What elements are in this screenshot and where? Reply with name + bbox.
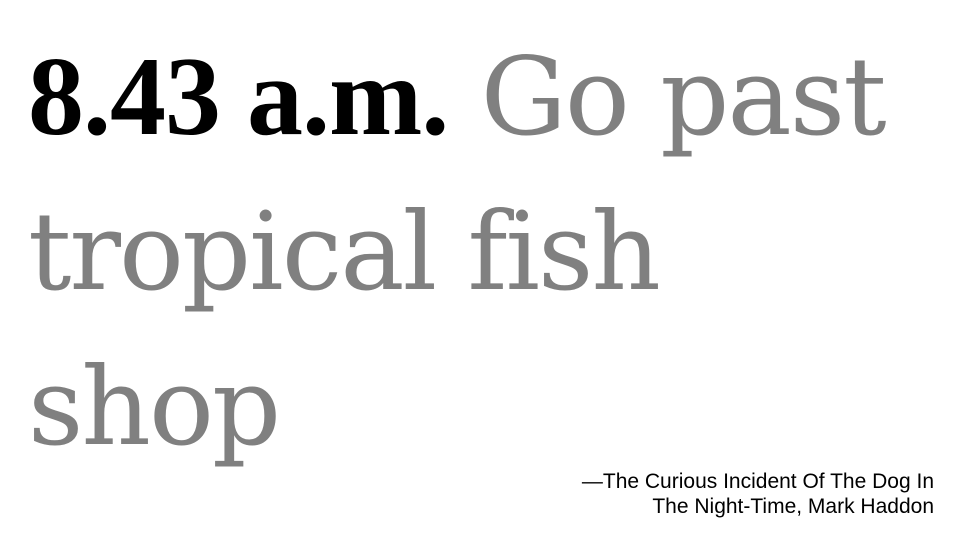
quote-text-block: 8.43 a.m. Go past tropical fish shop [28,20,928,485]
quote-attribution: —The Curious Incident Of The Dog In The … [582,469,934,519]
attribution-line-2: The Night-Time, Mark Haddon [652,495,934,518]
attribution-line-1: —The Curious Incident Of The Dog In [581,470,934,493]
quote-time: 8.43 a.m. [28,35,449,159]
